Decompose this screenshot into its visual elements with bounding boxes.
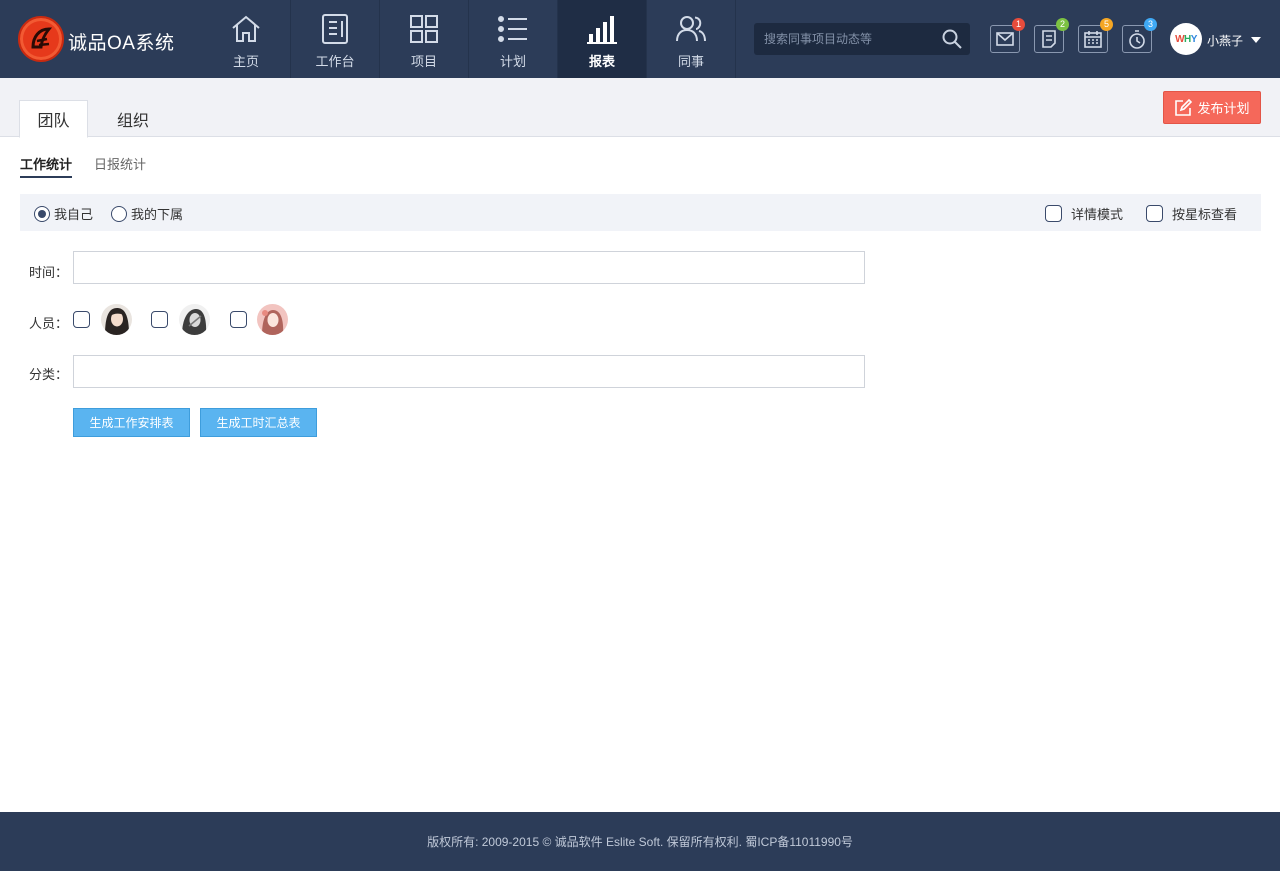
subtab-daily-report-stats[interactable]: 日报统计 (94, 154, 146, 176)
checkbox[interactable] (1045, 205, 1062, 222)
nav-label: 工作台 (315, 54, 355, 69)
nav-label: 报表 (588, 54, 615, 69)
nav-item-home[interactable]: 主页 (202, 0, 291, 78)
edit-icon (1175, 98, 1193, 116)
person-checkbox[interactable] (151, 311, 168, 328)
avatar[interactable]: WHY (1170, 23, 1202, 55)
nav-item-projects[interactable]: 项目 (380, 0, 469, 78)
tab-organization[interactable]: 组织 (98, 100, 168, 137)
publish-plan-label: 发布计划 (1197, 101, 1250, 116)
timer-button[interactable]: 3 (1122, 18, 1157, 53)
chevron-down-icon[interactable] (1251, 37, 1261, 43)
nav-item-colleagues[interactable]: 同事 (647, 0, 736, 78)
tab-team[interactable]: 团队 (19, 100, 88, 138)
nav-item-workbench[interactable]: 工作台 (291, 0, 380, 78)
mail-button[interactable]: 1 (990, 18, 1025, 53)
time-field[interactable] (73, 251, 865, 284)
radio-button[interactable] (111, 205, 127, 222)
user-name[interactable]: 小燕子 (1207, 32, 1243, 49)
calendar-icon (1084, 31, 1102, 48)
time-label: 时间： (29, 265, 69, 280)
nav-label: 主页 (232, 54, 259, 69)
category-field[interactable] (73, 355, 865, 388)
grid-icon (407, 12, 441, 46)
search-icon[interactable] (942, 29, 962, 54)
radio-subordinates[interactable]: 我的下属 (111, 204, 183, 223)
nav-item-plan[interactable]: 计划 (469, 0, 558, 78)
person-checkbox[interactable] (230, 311, 247, 328)
person-avatar (179, 304, 210, 335)
radio-label: 我自己 (54, 207, 94, 222)
logo-icon[interactable] (18, 16, 64, 62)
copyright-text: 版权所有: 2009-2015 © 诚品软件 Eslite Soft. 保留所有… (427, 835, 853, 849)
mail-icon (996, 32, 1014, 46)
users-icon (674, 12, 708, 46)
generate-hours-summary-button[interactable]: 生成工时汇总表 (200, 408, 317, 437)
notes-badge: 2 (1056, 18, 1069, 31)
note-icon (1042, 30, 1056, 48)
person-avatar (101, 304, 132, 335)
nav-label: 计划 (499, 54, 526, 69)
checkbox-detail-mode[interactable]: 详情模式 (1045, 204, 1123, 223)
timer-badge: 3 (1144, 18, 1157, 31)
top-navbar: 诚品OA系统 主页 工作台 项目 计划 报表 同事 搜索同事项目动态等 1 2 … (0, 0, 1280, 78)
radio-button[interactable] (34, 205, 50, 222)
person-checkbox[interactable] (73, 311, 90, 328)
checkbox-label: 详情模式 (1071, 207, 1124, 222)
footer: 版权所有: 2009-2015 © 诚品软件 Eslite Soft. 保留所有… (0, 812, 1280, 871)
publish-plan-button[interactable]: 发布计划 (1163, 91, 1261, 124)
calendar-badge: 5 (1100, 18, 1113, 31)
radio-myself[interactable]: 我自己 (34, 204, 93, 223)
checkbox[interactable] (1146, 205, 1163, 222)
home-icon (229, 12, 263, 46)
calendar-button[interactable]: 5 (1078, 18, 1113, 53)
filter-bar: 我自己 我的下属 详情模式 按星标查看 (20, 194, 1261, 231)
checkbox-label: 按星标查看 (1172, 207, 1238, 222)
category-label: 分类： (29, 367, 69, 382)
main-nav: 主页 工作台 项目 计划 报表 同事 (202, 0, 736, 78)
list-icon (496, 12, 530, 46)
generate-schedule-button[interactable]: 生成工作安排表 (73, 408, 190, 437)
mail-badge: 1 (1012, 18, 1025, 31)
people-label: 人员： (29, 316, 69, 331)
radio-label: 我的下属 (131, 207, 184, 222)
timer-icon (1129, 29, 1145, 49)
nav-label: 同事 (677, 54, 704, 69)
checkbox-starred-view[interactable]: 按星标查看 (1146, 204, 1237, 223)
nav-item-reports[interactable]: 报表 (558, 0, 647, 78)
search-input[interactable] (754, 23, 934, 55)
nav-label: 项目 (410, 54, 437, 69)
subtab-work-stats[interactable]: 工作统计 (20, 154, 73, 178)
brand-name[interactable]: 诚品OA系统 (68, 28, 174, 55)
notes-button[interactable]: 2 (1034, 18, 1069, 53)
workbench-icon (318, 12, 352, 46)
bar-chart-icon (585, 12, 619, 46)
search-box (754, 23, 970, 55)
tab-bar: 团队 组织 发布计划 (0, 78, 1280, 138)
person-avatar (257, 304, 288, 335)
